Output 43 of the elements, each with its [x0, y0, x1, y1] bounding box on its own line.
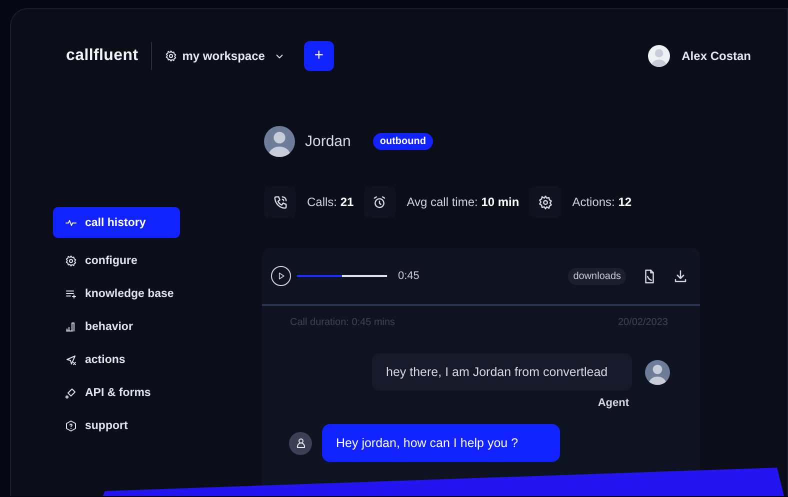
phone-icon — [272, 194, 288, 210]
stat-label: Calls: 21 — [307, 195, 354, 209]
call-type-badge: outbound — [372, 133, 433, 150]
play-icon — [276, 271, 286, 281]
agent-avatar — [645, 360, 670, 384]
workspace-dropdown[interactable]: my workspace — [165, 49, 285, 63]
user-avatar[interactable] — [648, 45, 670, 67]
question-hexagon-icon — [65, 420, 77, 432]
chart-icon — [65, 321, 77, 333]
call-date: 20/02/2023 — [618, 317, 668, 328]
download-icon — [673, 268, 688, 284]
rocket-icon — [65, 387, 77, 399]
user-icon — [294, 437, 306, 449]
downloads-chip[interactable]: downloads — [568, 268, 626, 284]
transcript-button[interactable] — [642, 268, 657, 284]
user-name[interactable]: Alex Costan — [682, 49, 751, 63]
contact-avatar — [264, 126, 295, 157]
gear-icon — [165, 50, 178, 62]
cursor-icon — [65, 354, 77, 366]
audio-time: 0:45 — [398, 270, 420, 282]
sidebar-item[interactable]: call history — [53, 207, 180, 238]
document-icon — [642, 268, 657, 284]
gear-icon — [538, 194, 553, 210]
stat-label: Actions: 12 — [572, 195, 632, 209]
message-bubble: Hey jordan, how can I help you ? — [322, 424, 560, 462]
play-button[interactable] — [271, 266, 291, 286]
sidebar-item[interactable]: support — [53, 411, 180, 441]
message-bubble: hey there, I am Jordan from convertlead — [372, 353, 632, 391]
alarm-clock-icon — [372, 194, 388, 210]
add-button[interactable]: + — [304, 41, 334, 71]
sidebar-item[interactable]: actions — [53, 345, 180, 375]
list-plus-icon — [65, 288, 77, 300]
contact-name: Jordan — [305, 133, 351, 150]
sidebar-item[interactable]: API & forms — [53, 378, 180, 408]
call-duration: Call duration: 0:45 mins — [290, 317, 396, 328]
sidebar-item[interactable]: knowledge base — [53, 279, 180, 309]
sender-label: Agent — [598, 397, 629, 409]
app-logo: callfluent — [66, 47, 138, 65]
stat-label: Avg call time: 10 min — [406, 195, 520, 209]
gear-icon — [65, 255, 77, 267]
download-button[interactable] — [673, 268, 688, 284]
sidebar-item[interactable]: configure — [53, 246, 180, 276]
sidebar-item[interactable]: behavior — [53, 312, 180, 342]
